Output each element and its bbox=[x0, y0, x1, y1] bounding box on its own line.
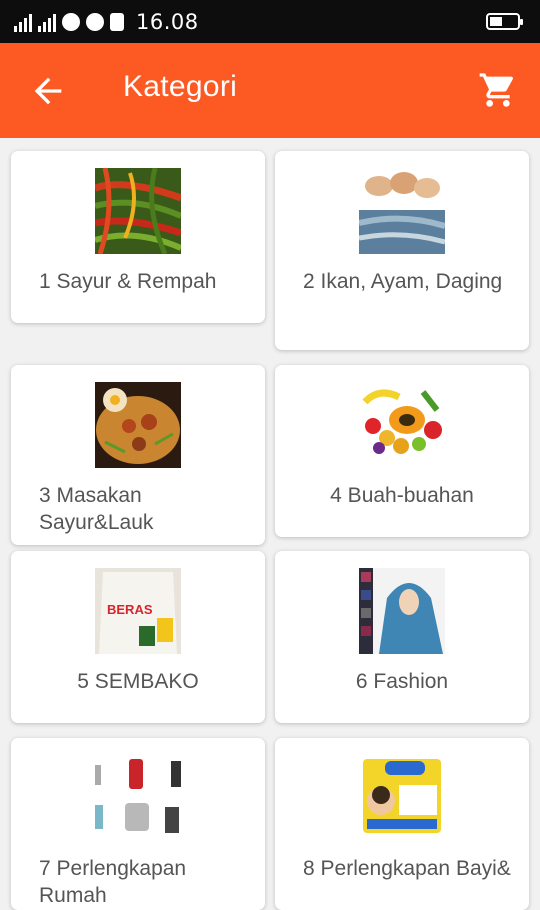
message-icon bbox=[86, 12, 104, 31]
clock: 16.08 bbox=[136, 9, 199, 34]
signal-icon bbox=[14, 12, 32, 32]
hijab-model-image bbox=[359, 568, 445, 654]
status-icons: 16.08 bbox=[14, 10, 486, 34]
category-label: 7 Perlengkapan Rumah bbox=[39, 857, 187, 907]
category-label: 6 Fashion bbox=[355, 670, 449, 693]
cooked-dish-image bbox=[95, 382, 181, 468]
fish-and-chicken-image bbox=[359, 168, 445, 254]
category-label: 2 Ikan, Ayam, Daging bbox=[303, 270, 503, 293]
category-card-sayur-rempah[interactable]: 1 Sayur & Rempah bbox=[11, 151, 265, 323]
sack-text: BERAS bbox=[107, 602, 153, 617]
back-button[interactable] bbox=[28, 71, 68, 111]
category-label: 5 SEMBAKO bbox=[77, 670, 199, 693]
category-label: 8 Perlengkapan Bayi& bbox=[303, 857, 511, 880]
baby-diapers-image bbox=[359, 755, 445, 841]
page-title: Kategori bbox=[123, 70, 238, 103]
cart-button[interactable] bbox=[478, 70, 518, 110]
shopping-cart-icon bbox=[479, 73, 514, 107]
battery-icon bbox=[486, 13, 523, 30]
category-card-ikan-ayam-daging[interactable]: 2 Ikan, Ayam, Daging bbox=[275, 151, 529, 350]
rice-sack-image: BERAS bbox=[95, 568, 181, 654]
category-label: 4 Buah-buahan bbox=[330, 484, 474, 507]
whatsapp-icon bbox=[62, 12, 80, 31]
category-card-masakan[interactable]: 3 Masakan Sayur&Lauk bbox=[11, 365, 265, 545]
app-bar: Kategori bbox=[0, 43, 540, 138]
notification-icon bbox=[110, 12, 124, 31]
category-card-sembako[interactable]: BERAS 5 SEMBAKO bbox=[11, 551, 265, 723]
home-appliances-image bbox=[95, 755, 181, 841]
category-card-buah-buahan[interactable]: 4 Buah-buahan bbox=[275, 365, 529, 537]
category-label: 1 Sayur & Rempah bbox=[39, 270, 217, 293]
signal-2-icon bbox=[38, 12, 56, 32]
chili-peppers-image bbox=[95, 168, 181, 254]
arrow-left-icon bbox=[34, 77, 62, 105]
category-card-perlengkapan-bayi[interactable]: 8 Perlengkapan Bayi& bbox=[275, 738, 529, 910]
fruit-assortment-image bbox=[359, 382, 445, 468]
category-card-perlengkapan-rumah[interactable]: 7 Perlengkapan Rumah bbox=[11, 738, 265, 910]
category-label: 3 Masakan Sayur&Lauk bbox=[39, 484, 154, 534]
category-card-fashion[interactable]: 6 Fashion bbox=[275, 551, 529, 723]
status-bar: 16.08 bbox=[0, 0, 540, 43]
